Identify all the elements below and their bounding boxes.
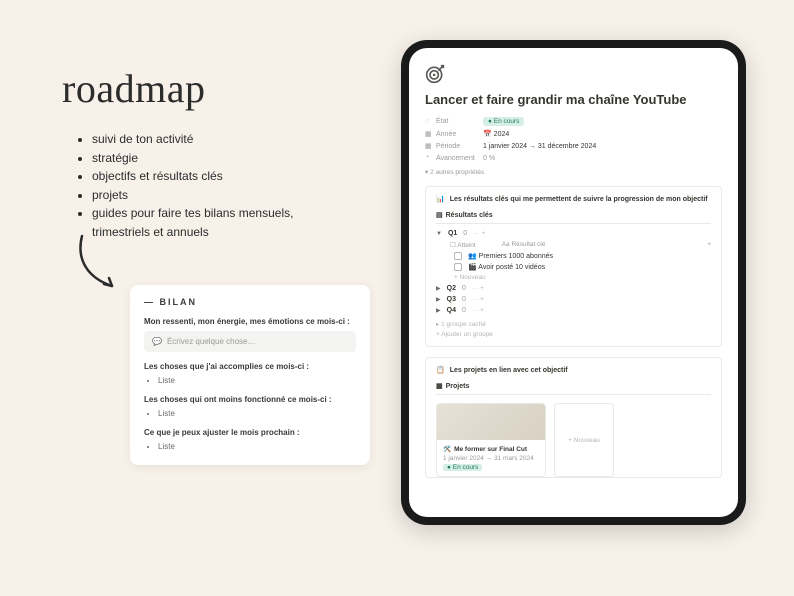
target-icon <box>425 64 445 84</box>
quarter-count: 0 <box>463 230 467 237</box>
clipboard-icon: 📋 <box>436 366 445 374</box>
bilan-q3-label: Les choses qui ont moins fonctionné ce m… <box>144 395 356 404</box>
quarter-count: 0 <box>462 296 466 303</box>
quarter-label: Q1 <box>448 230 457 237</box>
prop-label: Avancement <box>436 155 475 162</box>
kr-row[interactable]: 🎬 Avoir posté 10 vidéos <box>454 263 711 271</box>
arrow-icon <box>70 230 130 300</box>
prop-value: 📅 2024 <box>483 130 509 138</box>
bilan-q1-input[interactable]: 💬 Écrivez quelque chose… <box>144 331 356 352</box>
notion-page-title[interactable]: Lancer et faire grandir ma chaîne YouTub… <box>425 92 722 107</box>
hidden-group[interactable]: ▸ 1 groupe caché <box>436 320 711 328</box>
group-q3[interactable]: ▶Q30··· + <box>436 296 711 303</box>
quarter-count: 0 <box>462 285 466 292</box>
bilan-q2-label: Les choses que j'ai accomplies ce mois-c… <box>144 362 356 371</box>
bilan-q2-list[interactable]: Liste <box>158 376 356 385</box>
kr-row[interactable]: 👥 Premiers 1000 abonnés <box>454 252 711 260</box>
status-badge: ● En cours <box>443 464 482 471</box>
bilan-placeholder: Écrivez quelque chose… <box>167 337 256 346</box>
list-item: Liste <box>158 409 356 418</box>
prop-label: État <box>436 118 448 125</box>
checkbox[interactable] <box>454 252 462 260</box>
tools-icon: 🛠️ <box>443 445 451 453</box>
bilan-q1-label: Mon ressenti, mon énergie, mes émotions … <box>144 317 356 326</box>
chevron-down-icon: ▼ <box>436 231 442 237</box>
new-row[interactable]: + Nouveau <box>454 274 711 281</box>
quarter-count: 0 <box>462 307 466 314</box>
notion-screen: Lancer et faire grandir ma chaîne YouTub… <box>409 48 738 517</box>
quarter-label: Q2 <box>447 285 456 292</box>
prop-value: 0 % <box>483 155 495 162</box>
project-title: Me former sur Final Cut <box>454 446 527 453</box>
calendar-icon: ▦ <box>425 142 433 150</box>
page-heading: roadmap <box>62 65 205 112</box>
kr-heading: 📊 Les résultats clés qui me permettent d… <box>436 195 711 203</box>
quarter-label: Q3 <box>447 296 456 303</box>
prop-etat[interactable]: ◌État ● En cours <box>425 117 722 126</box>
prop-annee[interactable]: ▦Année 📅 2024 <box>425 130 722 138</box>
add-row[interactable]: ··· + <box>473 230 485 237</box>
quarter-label: Q4 <box>447 307 456 314</box>
list-item: Liste <box>158 442 356 451</box>
project-date: 1 janvier 2024 → 31 mars 2024 <box>443 455 539 462</box>
more-properties[interactable]: ▾ 2 autres propriétés <box>425 168 722 176</box>
prop-label: Année <box>436 131 456 138</box>
bilan-q4-label: Ce que je peux ajuster le mois prochain … <box>144 428 356 437</box>
prop-avancement[interactable]: ◔Avancement 0 % <box>425 154 722 162</box>
calendar-icon: ▦ <box>425 130 433 138</box>
group-q4[interactable]: ▶Q40··· + <box>436 307 711 314</box>
group-q2[interactable]: ▶Q20··· + <box>436 285 711 292</box>
checkbox[interactable] <box>454 263 462 271</box>
bilan-q4-list[interactable]: Liste <box>158 442 356 451</box>
bilan-card: — BILAN Mon ressenti, mon énergie, mes é… <box>130 285 370 465</box>
new-project-card[interactable]: + Nouveau <box>554 403 614 477</box>
tab-projets[interactable]: ▦ Projets <box>436 382 469 390</box>
prop-value: 1 janvier 2024 → 31 décembre 2024 <box>483 143 596 150</box>
group-q1[interactable]: ▼ Q1 0 ··· + <box>436 230 711 237</box>
prop-label: Période <box>436 143 460 150</box>
add-group[interactable]: + Ajouter un groupe <box>436 331 711 338</box>
prop-periode[interactable]: ▦Période 1 janvier 2024 → 31 décembre 20… <box>425 142 722 150</box>
chart-icon: 📊 <box>436 195 445 203</box>
bullet-item: projets <box>92 186 312 205</box>
project-cover <box>437 404 545 440</box>
chevron-right-icon: ▶ <box>436 307 441 314</box>
tab-resultats-cles[interactable]: ▤ Résultats clés <box>436 211 493 219</box>
bullet-item: stratégie <box>92 149 312 168</box>
proj-heading: 📋 Les projets en lien avec cet objectif <box>436 366 711 374</box>
status-icon: ◌ <box>425 118 433 126</box>
list-item: Liste <box>158 376 356 385</box>
key-results-block: 📊 Les résultats clés qui me permettent d… <box>425 186 722 347</box>
status-badge: ● En cours <box>483 117 524 126</box>
kr-columns: ☐ Atteint Aa Résultat clé + <box>450 241 711 249</box>
progress-icon: ◔ <box>425 154 433 162</box>
chevron-right-icon: ▶ <box>436 285 441 292</box>
project-card[interactable]: 🛠️Me former sur Final Cut 1 janvier 2024… <box>436 403 546 477</box>
speech-icon: 💬 <box>152 337 162 346</box>
bilan-q3-list[interactable]: Liste <box>158 409 356 418</box>
bilan-title: — BILAN <box>144 297 356 307</box>
tablet-frame: Lancer et faire grandir ma chaîne YouTub… <box>401 40 746 525</box>
projects-block: 📋 Les projets en lien avec cet objectif … <box>425 357 722 478</box>
feature-bullets: suivi de ton activité stratégie objectif… <box>78 130 312 242</box>
chevron-right-icon: ▶ <box>436 296 441 303</box>
bullet-item: objectifs et résultats clés <box>92 167 312 186</box>
bullet-item: suivi de ton activité <box>92 130 312 149</box>
